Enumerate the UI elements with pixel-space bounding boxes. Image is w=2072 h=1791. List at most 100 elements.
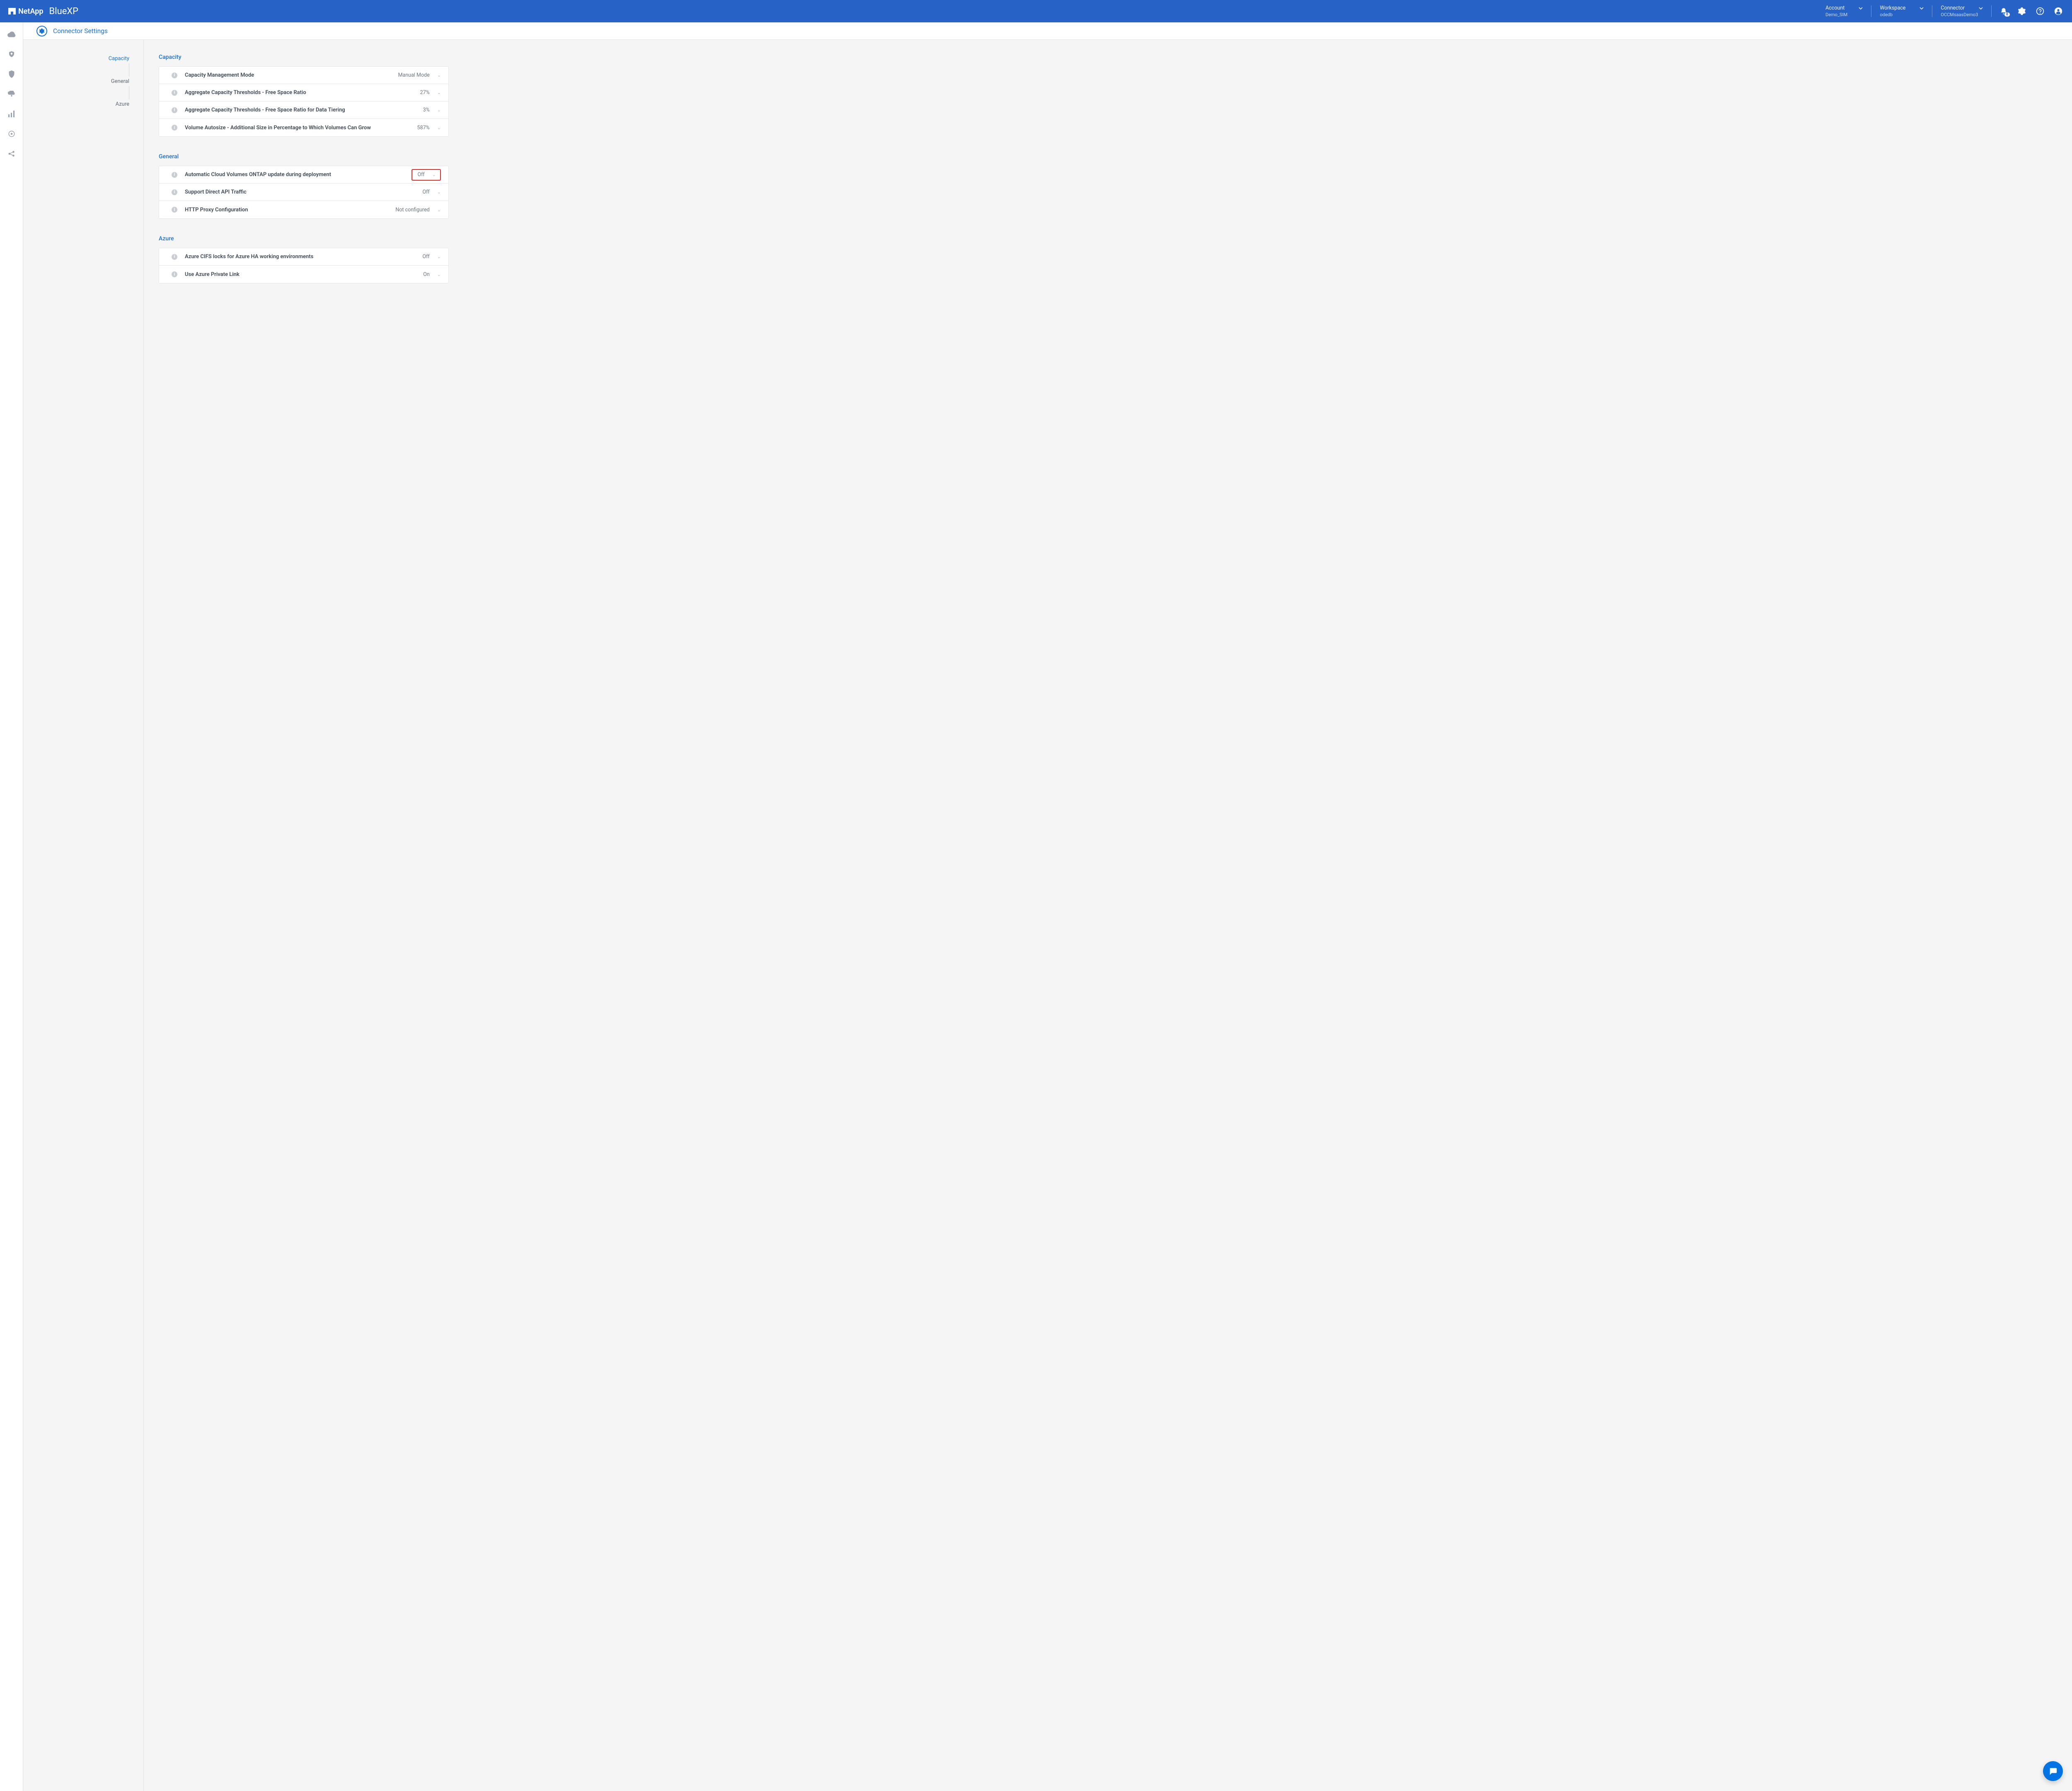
row-cifs-locks[interactable]: i Azure CIFS locks for Azure HA working … <box>159 248 448 266</box>
chevron-down-icon: ⌄ <box>437 73 441 78</box>
rail-reports[interactable] <box>7 109 16 119</box>
row-label: Automatic Cloud Volumes ONTAP update dur… <box>185 172 411 178</box>
chevron-down-icon <box>1859 7 1863 10</box>
chevron-down-icon: ⌄ <box>437 107 441 113</box>
section-title-general: General <box>159 153 2072 160</box>
section-title-capacity: Capacity <box>159 54 2072 61</box>
gear-icon <box>2018 7 2026 15</box>
section-nav: Capacity General Azure <box>23 40 143 1791</box>
user-button[interactable] <box>2054 7 2063 16</box>
section-azure: Azure i Azure CIFS locks for Azure HA wo… <box>159 235 2072 283</box>
settings-button[interactable] <box>2017 7 2026 16</box>
rail-health[interactable] <box>7 50 16 59</box>
row-private-link[interactable]: i Use Azure Private Link On ⌄ <box>159 266 448 283</box>
workspace-value: odedb <box>1880 12 1924 17</box>
row-free-space-ratio[interactable]: i Aggregate Capacity Thresholds - Free S… <box>159 84 448 102</box>
chat-button[interactable] <box>2043 1761 2063 1781</box>
settings-body: Capacity i Capacity Management Mode Manu… <box>144 40 2072 1791</box>
info-icon: i <box>172 125 177 131</box>
info-icon: i <box>172 107 177 113</box>
row-label: Aggregate Capacity Thresholds - Free Spa… <box>185 107 423 113</box>
row-value: On <box>423 271 430 278</box>
top-app-bar: NetApp BlueXP Account Demo_SIM Workspace… <box>0 0 2072 22</box>
shield-icon <box>8 70 15 78</box>
capacity-cards: i Capacity Management Mode Manual Mode ⌄… <box>159 66 449 137</box>
row-api-traffic[interactable]: i Support Direct API Traffic Off ⌄ <box>159 184 448 201</box>
row-auto-update[interactable]: i Automatic Cloud Volumes ONTAP update d… <box>159 166 448 184</box>
help-button[interactable] <box>2036 7 2045 16</box>
connector-selector[interactable]: Connector OCCMsaasDemo3 <box>1932 5 1991 17</box>
section-general: General i Automatic Cloud Volumes ONTAP … <box>159 153 2072 219</box>
rail-extensions[interactable] <box>7 149 16 158</box>
row-value: 587% <box>417 125 430 131</box>
workspace-selector[interactable]: Workspace odedb <box>1871 5 1932 17</box>
brand-product-text: BlueXP <box>49 6 79 17</box>
rail-canvas[interactable] <box>7 30 16 39</box>
top-selectors: Account Demo_SIM Workspace odedb Connect… <box>1817 5 1992 17</box>
account-label: Account <box>1825 5 1844 11</box>
section-title-azure: Azure <box>159 235 2072 242</box>
row-free-space-tiering[interactable]: i Aggregate Capacity Thresholds - Free S… <box>159 102 448 119</box>
info-icon: i <box>172 73 177 78</box>
row-value: 3% <box>423 107 430 113</box>
row-http-proxy[interactable]: i HTTP Proxy Configuration Not configure… <box>159 201 448 218</box>
page-sub-header: Connector Settings <box>23 22 2072 40</box>
row-value: Off <box>422 189 429 195</box>
rail-sync[interactable] <box>7 90 16 99</box>
row-label: Capacity Management Mode <box>185 72 398 78</box>
cloud-icon <box>7 31 16 37</box>
highlight-box: Off ⌄ <box>411 169 441 181</box>
general-cards: i Automatic Cloud Volumes ONTAP update d… <box>159 166 449 219</box>
chevron-down-icon: ⌄ <box>437 272 441 277</box>
chevron-down-icon <box>1920 7 1924 10</box>
row-label: Volume Autosize - Additional Size in Per… <box>185 125 417 131</box>
page-icon <box>36 26 47 36</box>
row-label: HTTP Proxy Configuration <box>185 207 395 213</box>
rail-protection[interactable] <box>7 70 16 79</box>
gear-icon <box>39 28 45 34</box>
row-value: Manual Mode <box>398 72 430 78</box>
row-label: Support Direct API Traffic <box>185 189 422 195</box>
chevron-down-icon: ⌄ <box>437 189 441 195</box>
section-capacity: Capacity i Capacity Management Mode Manu… <box>159 54 2072 137</box>
chat-icon <box>2048 1767 2057 1776</box>
cloud-sync-icon <box>7 91 16 97</box>
user-icon <box>2054 7 2062 15</box>
workspace-label: Workspace <box>1880 5 1905 11</box>
row-label: Azure CIFS locks for Azure HA working en… <box>185 254 422 260</box>
nav-azure[interactable]: Azure <box>116 99 143 109</box>
rail-compute[interactable] <box>7 129 16 138</box>
brand-vendor-text: NetApp <box>18 7 44 16</box>
nodes-icon <box>8 150 15 157</box>
brand-netapp: NetApp <box>8 7 44 16</box>
heart-shield-icon <box>8 51 15 58</box>
info-icon: i <box>172 207 177 213</box>
connector-label: Connector <box>1941 5 1965 11</box>
info-icon: i <box>172 172 177 178</box>
left-nav-rail <box>0 22 23 1791</box>
row-label: Aggregate Capacity Thresholds - Free Spa… <box>185 90 420 96</box>
row-value: Not configured <box>395 207 429 213</box>
chevron-down-icon: ⌄ <box>437 254 441 259</box>
chevron-down-icon: ⌄ <box>437 207 441 213</box>
azure-cards: i Azure CIFS locks for Azure HA working … <box>159 248 449 283</box>
chevron-down-icon: ⌄ <box>432 172 436 177</box>
target-icon <box>8 130 15 138</box>
nav-capacity[interactable]: Capacity <box>109 54 143 63</box>
nav-general[interactable]: General <box>111 77 143 86</box>
help-icon <box>2036 7 2044 15</box>
row-value: 27% <box>420 90 430 96</box>
divider <box>1991 5 1992 17</box>
top-icon-group: 8 <box>1999 7 2063 16</box>
row-capacity-mode[interactable]: i Capacity Management Mode Manual Mode ⌄ <box>159 67 448 84</box>
bar-chart-icon <box>8 111 15 117</box>
connector-value: OCCMsaasDemo3 <box>1941 12 1983 17</box>
account-selector[interactable]: Account Demo_SIM <box>1817 5 1871 17</box>
row-value: Off <box>422 254 429 260</box>
netapp-logo-icon <box>8 8 16 15</box>
account-value: Demo_SIM <box>1825 12 1863 17</box>
info-icon: i <box>172 254 177 260</box>
row-volume-autosize[interactable]: i Volume Autosize - Additional Size in P… <box>159 119 448 136</box>
page-title: Connector Settings <box>53 27 108 35</box>
notifications-button[interactable]: 8 <box>1999 7 2008 16</box>
